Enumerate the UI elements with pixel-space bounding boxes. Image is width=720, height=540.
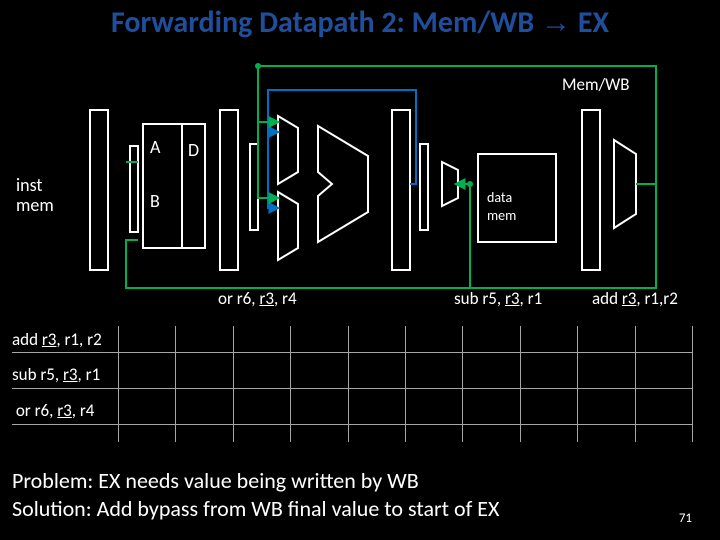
dmem-label-2: mem (487, 207, 516, 224)
grid-instr-add: add r3, r1, r2 (12, 329, 102, 350)
grid-instr-or: or r6, r3, r4 (12, 400, 94, 421)
dmem-label-1: data (487, 189, 512, 206)
port-d-label: D (188, 139, 199, 161)
page-title: Forwarding Datapath 2: Mem/WB → EX (0, 4, 720, 41)
grid-instr-sub: sub r5, r3, r1 (12, 364, 100, 385)
port-a-label: A (150, 136, 161, 158)
port-b-label: B (150, 190, 160, 212)
pipeline-timing-grid: add r3, r1, r2 sub r5, r3, r1 or r6, r3,… (12, 326, 692, 442)
stage-instr-add: add r3, r1,r2 (592, 288, 678, 309)
explanation-text: Problem: EX needs value being written by… (12, 467, 670, 522)
stage-instr-sub: sub r5, r3, r1 (454, 288, 542, 309)
page-number: 71 (679, 511, 692, 526)
imem-label: instmem (16, 176, 54, 216)
stage-instr-or: or r6, r3, r4 (218, 288, 297, 309)
memwb-reg-label: Mem/WB (562, 74, 630, 95)
